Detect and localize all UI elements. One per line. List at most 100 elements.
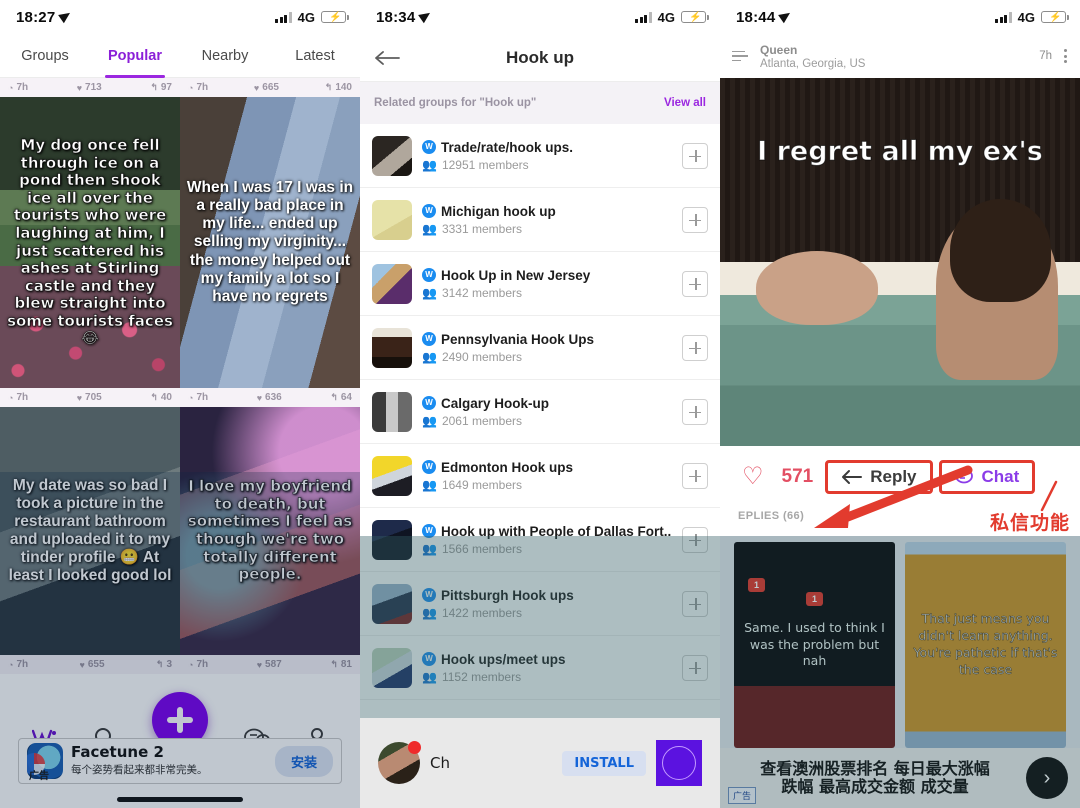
post-author: Queen: [760, 42, 798, 57]
card-replies: ↰ 140: [325, 82, 352, 93]
ad-banner[interactable]: 广告 Facetune 2 每个姿势看起来都非常完美。 安装: [18, 738, 342, 784]
group-info: Hook Up in New Jersey 👥 3142 members: [422, 268, 672, 300]
ad-banner-3[interactable]: 查看澳洲股票排名 每日最大涨幅 跌幅 最高成交金额 成交量 › 广告: [720, 748, 1080, 808]
group-name: Hook up with People of Dallas Fort...: [441, 523, 672, 539]
card-hearts-value: 655: [87, 659, 105, 670]
group-members: 👥 3142 members: [422, 286, 672, 300]
view-all-link[interactable]: View all: [664, 97, 706, 109]
verified-badge-icon: [422, 396, 436, 410]
verified-badge-icon: [422, 204, 436, 218]
group-thumbnail: [372, 647, 412, 688]
tab-popular[interactable]: Popular: [90, 34, 180, 78]
reply-card[interactable]: 1 1 Same. I used to think I was the prob…: [734, 542, 895, 748]
tab-groups[interactable]: Groups: [0, 34, 90, 78]
battery-icon: ⚡: [1041, 11, 1069, 23]
ad-line-2: 跌幅 最高成交金额 成交量: [781, 777, 969, 796]
card-replies-value: 3: [166, 659, 172, 670]
network-label: 4G: [657, 9, 675, 25]
feed-card[interactable]: ◔ 7h ♥ 713 ↰ 97 My dog once fell through ic…: [0, 78, 180, 407]
card-age-value: 7h: [16, 82, 29, 93]
location-arrow-icon: [60, 11, 72, 23]
card-replies: ↰ 97: [150, 82, 172, 93]
annotation-note: 私信功能: [989, 512, 1070, 534]
panel-post-detail: 18:44 4G ⚡ Queen Atlanta, Georgia, US 7h: [720, 0, 1080, 808]
group-row[interactable]: Hook Up in New Jersey 👥 3142 members: [360, 252, 720, 316]
verified-badge-icon: [422, 460, 436, 474]
post-image-hair: [950, 199, 1052, 303]
card-age: ◔ 7h: [188, 392, 208, 403]
card-image[interactable]: I love my boyfriend to death, but someti…: [180, 407, 360, 655]
join-group-button[interactable]: [682, 270, 708, 297]
group-row[interactable]: Trade/rate/hook ups. 👥 12951 members: [360, 124, 720, 188]
group-row[interactable]: Hook up with People of Dallas Fort... 👥 1…: [360, 508, 720, 572]
join-group-button[interactable]: [682, 142, 708, 169]
people-icon: 👥: [422, 413, 437, 428]
group-name-row: Michigan hook up: [422, 204, 672, 219]
card-image[interactable]: When I was 17 I was in a really bad plac…: [180, 97, 360, 388]
group-members: 👥 1649 members: [422, 478, 672, 492]
join-group-button[interactable]: [682, 334, 708, 361]
clock-icon: ◔: [188, 659, 194, 670]
hamburger-icon[interactable]: [732, 48, 748, 65]
group-info: Hook up with People of Dallas Fort... 👥 1…: [422, 524, 672, 556]
card-stats-top: ◔ 7h ♥ 665 ↰ 140: [180, 78, 360, 97]
group-members-value: 1422 members: [441, 605, 522, 620]
home-indicator: [117, 797, 243, 802]
join-group-button[interactable]: [682, 526, 708, 553]
people-icon: 👥: [422, 541, 437, 556]
network-label: 4G: [297, 9, 315, 25]
ad-install-button[interactable]: 安装: [274, 745, 333, 777]
join-group-button[interactable]: [682, 206, 708, 233]
heart-icon[interactable]: ♡: [742, 465, 764, 489]
ad-banner-2[interactable]: Ch INSTALL: [360, 718, 720, 808]
join-group-button[interactable]: [682, 398, 708, 425]
card-stats-bottom: ◔ 7h ♥ 587 ↰ 81: [180, 655, 360, 674]
post-image[interactable]: I regret all my ex's: [720, 78, 1080, 446]
tab-nearby[interactable]: Nearby: [180, 34, 270, 78]
location-arrow-icon: [420, 11, 432, 23]
verified-badge-icon: [422, 268, 436, 282]
ad-badge: 广告: [29, 771, 49, 782]
group-name-row: Trade/rate/hook ups.: [422, 140, 672, 155]
card-image[interactable]: My dog once fell through ice on a pond t…: [0, 97, 180, 388]
group-row[interactable]: Michigan hook up 👥 3331 members: [360, 188, 720, 252]
notification-dot: [408, 741, 421, 754]
card-hearts: ♥ 705: [77, 392, 102, 403]
group-row[interactable]: Calgary Hook-up 👥 2061 members: [360, 380, 720, 444]
feed-card[interactable]: My date was so bad I took a picture in t…: [0, 407, 180, 674]
join-group-button[interactable]: [682, 462, 708, 489]
group-row[interactable]: Pennsylvania Hook Ups 👥 2490 members: [360, 316, 720, 380]
join-group-button[interactable]: [682, 590, 708, 617]
card-image[interactable]: My date was so bad I took a picture in t…: [0, 407, 180, 655]
people-icon: 👥: [422, 157, 437, 172]
battery-icon: ⚡: [321, 11, 349, 23]
join-group-button[interactable]: [682, 654, 708, 681]
group-info: Pittsburgh Hook ups 👥 1422 members: [422, 588, 672, 620]
ad-install-button[interactable]: INSTALL: [562, 750, 646, 776]
card-replies-value: 40: [160, 392, 172, 403]
post-header: Queen Atlanta, Georgia, US 7h: [720, 34, 1080, 78]
signal-bars-icon: [635, 11, 652, 23]
group-members-value: 1152 members: [441, 669, 522, 684]
ad-next-button[interactable]: ›: [1026, 757, 1068, 799]
feed-card[interactable]: ◔ 7h ♥ 665 ↰ 140 When I was 17 I was in a r…: [180, 78, 360, 407]
people-icon: 👥: [422, 349, 437, 364]
reply-card[interactable]: That just means you didn't learn anythin…: [905, 542, 1066, 748]
reply-badge: 1: [806, 592, 824, 606]
back-button[interactable]: [374, 49, 400, 67]
status-right-1: 4G ⚡: [275, 9, 349, 25]
status-left-3: 18:44: [736, 9, 792, 26]
group-row[interactable]: Hook ups/meet ups 👥 1152 members: [360, 636, 720, 700]
card-age: ◔ 7h: [8, 659, 28, 670]
card-hearts-value: 665: [262, 82, 279, 93]
ad-avatar: [378, 741, 421, 784]
card-age-value: 7h: [16, 659, 29, 670]
reply-icon: ↰: [324, 82, 333, 92]
group-row[interactable]: Edmonton Hook ups 👥 1649 members: [360, 444, 720, 508]
heart-icon: ♥: [256, 392, 263, 403]
feed-card[interactable]: I love my boyfriend to death, but someti…: [180, 407, 360, 674]
tab-latest[interactable]: Latest: [270, 34, 360, 78]
group-row[interactable]: Pittsburgh Hook ups 👥 1422 members: [360, 572, 720, 636]
more-options-icon[interactable]: [1064, 47, 1068, 66]
group-members: 👥 1152 members: [422, 670, 672, 684]
